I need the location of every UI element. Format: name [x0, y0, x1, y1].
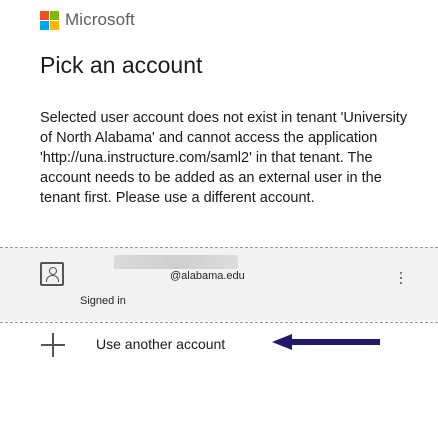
account-email: @alabama.edu — [170, 270, 245, 282]
page-title: Pick an account — [40, 52, 203, 78]
use-another-account-button[interactable] — [0, 323, 438, 383]
account-status: Signed in — [80, 295, 126, 307]
error-message: Selected user account does not exist in … — [40, 110, 408, 206]
microsoft-brand: Microsoft — [40, 10, 135, 30]
redacted-account-name — [114, 255, 238, 269]
more-options-icon[interactable] — [396, 268, 406, 288]
annotation-arrow-icon — [272, 334, 380, 350]
use-another-account-label: Use another account — [96, 336, 226, 352]
user-tile-icon — [40, 262, 64, 286]
microsoft-logo-icon — [40, 10, 59, 30]
brand-name: Microsoft — [65, 10, 135, 29]
plus-icon — [41, 333, 65, 357]
